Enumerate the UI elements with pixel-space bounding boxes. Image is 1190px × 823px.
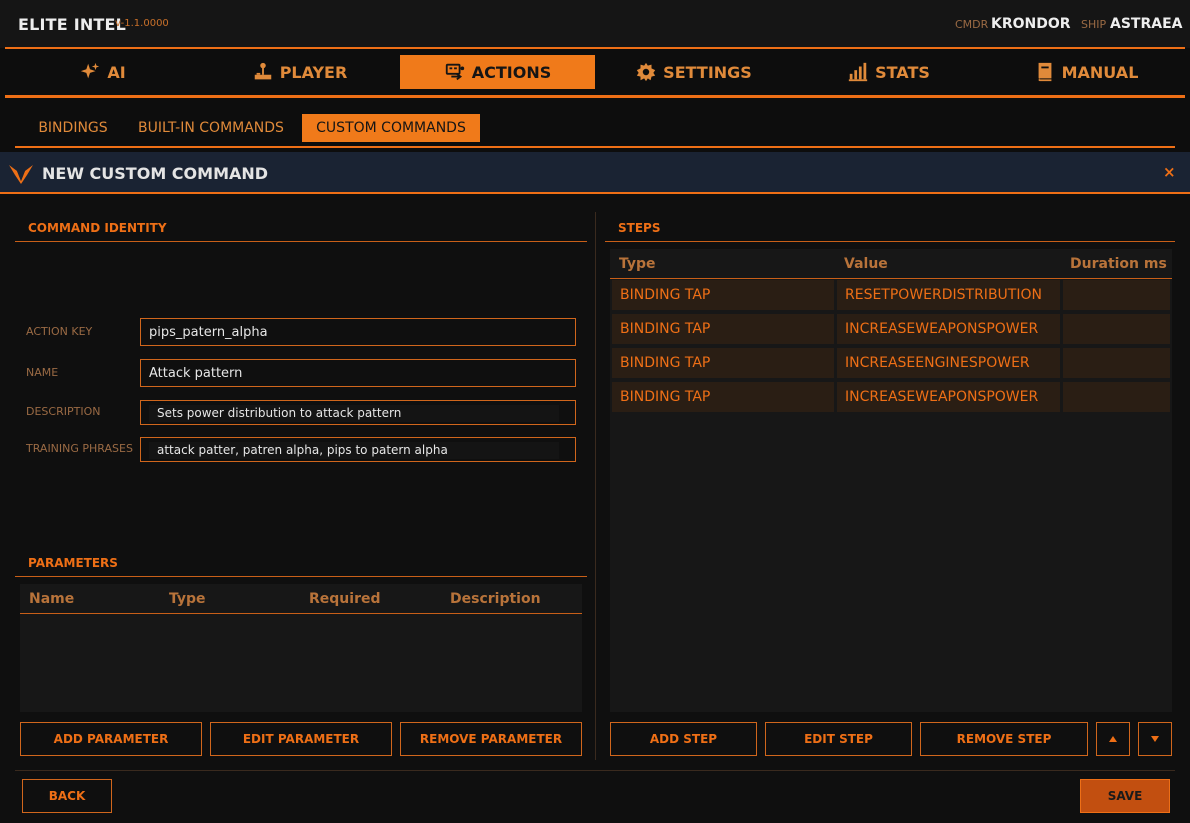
step-col-type[interactable]: Type [619, 256, 656, 272]
step-value-cell: RESETPOWERDISTRIBUTION [837, 280, 1060, 310]
step-type-cell: BINDING TAP [612, 280, 834, 310]
move-step-down-button[interactable] [1138, 722, 1172, 756]
move-step-up-button[interactable] [1096, 722, 1130, 756]
parameters-title: PARAMETERS [28, 556, 118, 570]
step-value-cell: INCREASEWEAPONSPOWER [837, 314, 1060, 344]
description-text: Sets power distribution to attack patter… [149, 405, 559, 422]
tab-actions[interactable]: ACTIONS [400, 55, 595, 89]
tab-player-label: PLAYER [279, 62, 348, 82]
tab-settings-label: SETTINGS [663, 62, 752, 82]
add-parameter-button[interactable]: ADD PARAMETER [20, 722, 202, 756]
tab-player[interactable]: PLAYER [202, 55, 397, 89]
bar-chart-icon [848, 62, 868, 82]
table-row[interactable]: BINDING TAP INCREASEENGINESPOWER [612, 348, 1170, 378]
steps-title: STEPS [618, 221, 661, 235]
tab-actions-label: ACTIONS [471, 62, 552, 82]
section-divider [15, 576, 587, 577]
tab-stats-label: STATS [875, 62, 930, 82]
param-col-name[interactable]: Name [29, 591, 74, 607]
close-icon[interactable]: × [1163, 163, 1176, 181]
tab-manual[interactable]: MANUAL [987, 55, 1185, 89]
dialog-title: NEW CUSTOM COMMAND [42, 164, 269, 183]
back-button[interactable]: BACK [22, 779, 112, 813]
tab-manual-label: MANUAL [1061, 62, 1139, 82]
step-duration-cell [1063, 348, 1170, 378]
subtab-built-in-commands[interactable]: BUILT-IN COMMANDS [128, 114, 294, 142]
chevron-down-icon [1151, 736, 1159, 742]
training-phrases-text: attack patter, patren alpha, pips to pat… [149, 442, 559, 459]
tab-stats[interactable]: STATS [792, 55, 985, 89]
subtab-bindings[interactable]: BINDINGS [28, 114, 118, 142]
step-type-cell: BINDING TAP [612, 348, 834, 378]
tab-ai-label: AI [107, 62, 126, 82]
table-row[interactable]: BINDING TAP RESETPOWERDISTRIBUTION [612, 280, 1170, 310]
chevron-up-icon [1109, 736, 1117, 742]
tab-settings[interactable]: SETTINGS [597, 55, 790, 89]
description-field[interactable]: Sets power distribution to attack patter… [140, 400, 576, 425]
name-field[interactable]: Attack pattern [140, 359, 576, 387]
param-col-description[interactable]: Description [450, 591, 541, 607]
action-key-label: ACTION KEY [26, 325, 93, 338]
table-header-divider [20, 613, 582, 614]
main-tab-divider [5, 95, 1185, 98]
training-phrases-field[interactable]: attack patter, patren alpha, pips to pat… [140, 437, 576, 462]
table-header-divider [610, 278, 1172, 279]
gear-icon [637, 62, 656, 82]
edit-parameter-button[interactable]: EDIT PARAMETER [210, 722, 392, 756]
step-value-cell: INCREASEWEAPONSPOWER [837, 382, 1060, 412]
joystick-icon [254, 62, 271, 80]
ship-label: SHIP [1081, 18, 1107, 31]
step-type-cell: BINDING TAP [612, 314, 834, 344]
description-label: DESCRIPTION [26, 405, 101, 418]
step-col-value[interactable]: Value [844, 256, 888, 272]
cmdr-label: CMDR [955, 18, 989, 31]
subtab-custom-commands[interactable]: CUSTOM COMMANDS [302, 114, 480, 142]
add-step-button[interactable]: ADD STEP [610, 722, 757, 756]
tab-ai[interactable]: AI [5, 55, 200, 89]
sparkle-icon [81, 62, 100, 79]
edit-step-button[interactable]: EDIT STEP [765, 722, 912, 756]
remove-parameter-button[interactable]: REMOVE PARAMETER [400, 722, 582, 756]
title-divider [5, 47, 1185, 49]
step-duration-cell [1063, 280, 1170, 310]
section-divider [605, 241, 1175, 242]
cmdr-name: KRONDOR [991, 16, 1071, 32]
param-col-type[interactable]: Type [169, 591, 206, 607]
step-col-duration[interactable]: Duration ms [1070, 256, 1167, 272]
name-label: NAME [26, 366, 59, 379]
step-duration-cell [1063, 314, 1170, 344]
command-identity-title: COMMAND IDENTITY [28, 221, 167, 235]
footer-divider [15, 770, 1175, 771]
training-phrases-label: TRAINING PHRASES [26, 442, 133, 455]
sub-tab-divider [15, 146, 1175, 148]
elite-logo-icon [9, 165, 33, 184]
step-value-cell: INCREASEENGINESPOWER [837, 348, 1060, 378]
action-key-field[interactable]: pips_patern_alpha [140, 318, 576, 346]
param-col-required[interactable]: Required [309, 591, 380, 607]
book-icon [1038, 62, 1052, 82]
table-row[interactable]: BINDING TAP INCREASEWEAPONSPOWER [612, 382, 1170, 412]
table-row[interactable]: BINDING TAP INCREASEWEAPONSPOWER [612, 314, 1170, 344]
ship-name: ASTRAEA [1110, 16, 1183, 32]
step-duration-cell [1063, 382, 1170, 412]
section-divider [15, 241, 587, 242]
remove-step-button[interactable]: REMOVE STEP [920, 722, 1088, 756]
save-button[interactable]: SAVE [1080, 779, 1170, 813]
app-version: v-1.1.0000 [115, 18, 169, 29]
panel-separator [595, 212, 596, 760]
actions-icon [445, 63, 464, 81]
step-type-cell: BINDING TAP [612, 382, 834, 412]
app-title: ELITE INTEL [18, 15, 127, 34]
